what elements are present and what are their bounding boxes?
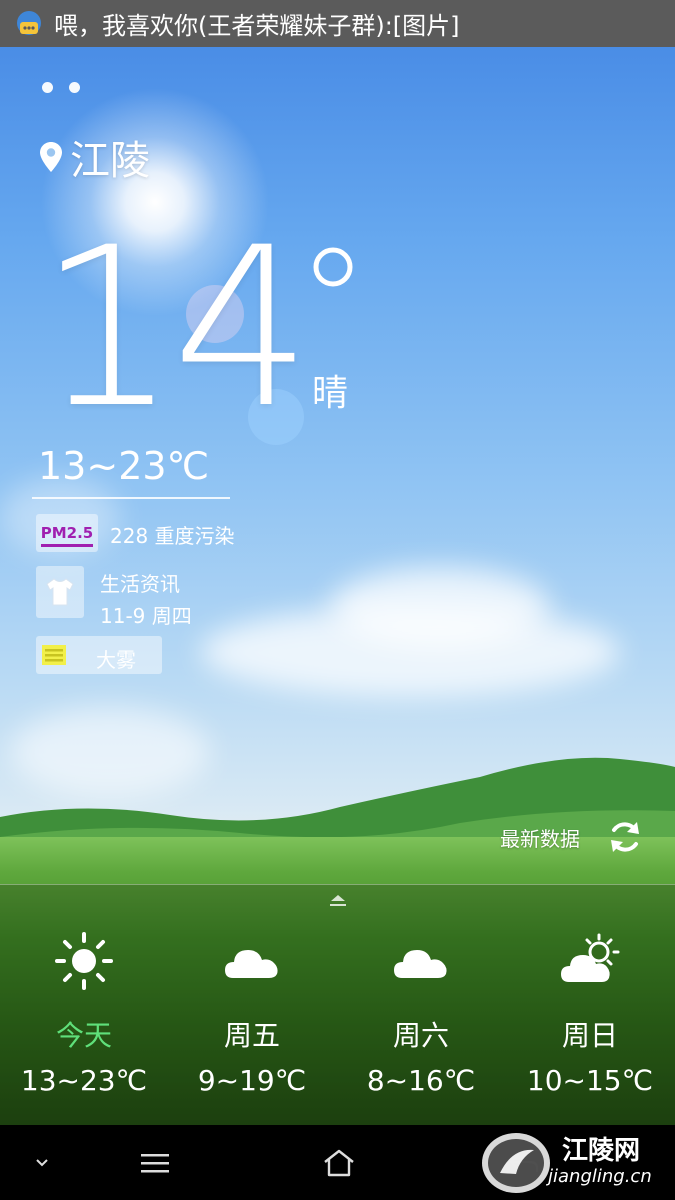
shirt-icon (46, 578, 74, 606)
forecast-day[interactable]: 周日 10~15℃ (506, 930, 674, 1097)
forecast-day[interactable]: 周六 8~16℃ (337, 930, 505, 1097)
current-temperature: 14 (38, 200, 312, 456)
life-info-title[interactable]: 生活资讯 (100, 568, 180, 597)
cloudy-icon (394, 950, 447, 978)
forecast-day-label: 周六 (392, 1019, 449, 1052)
pm25-badge[interactable]: PM2.5 (36, 514, 98, 552)
notification-text: 喂，我喜欢你(王者荣耀妹子群):[图片] (54, 12, 460, 40)
pm25-label: PM2.5 (40, 524, 94, 547)
divider (0, 884, 675, 885)
watermark-name: 江陵网 (562, 1136, 641, 1166)
air-quality-text[interactable]: 228 重度污染 (110, 520, 235, 549)
cloudy-icon (225, 950, 278, 978)
forecast-range: 10~15℃ (526, 1064, 654, 1097)
weather-alert-label[interactable]: 大雾 (96, 644, 136, 673)
weather-condition: 晴 (312, 373, 349, 414)
forecast-day-label: 今天 (55, 1019, 112, 1052)
menu-icon (141, 1153, 169, 1172)
menu-button[interactable] (125, 1125, 185, 1200)
page-dot (69, 82, 80, 93)
refresh-label: 最新数据 (500, 826, 580, 851)
temperature-range: 13~23℃ (38, 444, 210, 488)
watermark-url: jiangling.cn (548, 1166, 652, 1187)
home-icon (324, 1149, 354, 1176)
forecast-range: 8~16℃ (366, 1064, 476, 1097)
collapse-button[interactable] (20, 1125, 64, 1200)
home-button[interactable] (308, 1125, 370, 1200)
location-pin-icon (40, 142, 62, 172)
refresh-icon (611, 822, 639, 852)
partly-cloudy-icon (561, 933, 620, 982)
sunny-icon (55, 932, 113, 990)
notification-bar[interactable]: 喂，我喜欢你(王者荣耀妹子群):[图片] (0, 0, 675, 47)
expand-up-icon[interactable] (327, 893, 349, 909)
fog-warning-icon (42, 645, 66, 665)
forecast-day-label: 周五 (223, 1019, 280, 1052)
chat-bubble-icon (17, 10, 41, 35)
forecast-day[interactable]: 周五 9~19℃ (168, 930, 336, 1097)
life-info-date: 11-9 周四 (100, 604, 192, 628)
page-indicator[interactable] (42, 82, 80, 93)
forecast-range: 13~23℃ (20, 1064, 148, 1097)
page-dot (42, 82, 53, 93)
chevron-down-icon (36, 1158, 48, 1166)
forecast-day[interactable]: 今天 13~23℃ (0, 930, 168, 1097)
city-name: 江陵 (70, 138, 150, 184)
cloud (330, 567, 550, 647)
forecast-day-label: 周日 (561, 1019, 618, 1052)
degree-icon (313, 247, 353, 287)
divider (32, 497, 230, 499)
life-info-badge[interactable] (36, 566, 84, 618)
location[interactable]: 江陵 (38, 128, 150, 186)
forecast-range: 9~19℃ (197, 1064, 307, 1097)
weather-screen: 喂，我喜欢你(王者荣耀妹子群):[图片] 江陵 14 晴 13~23℃ PM2.… (0, 0, 675, 1200)
refresh-button[interactable]: 最新数据 (500, 818, 644, 856)
